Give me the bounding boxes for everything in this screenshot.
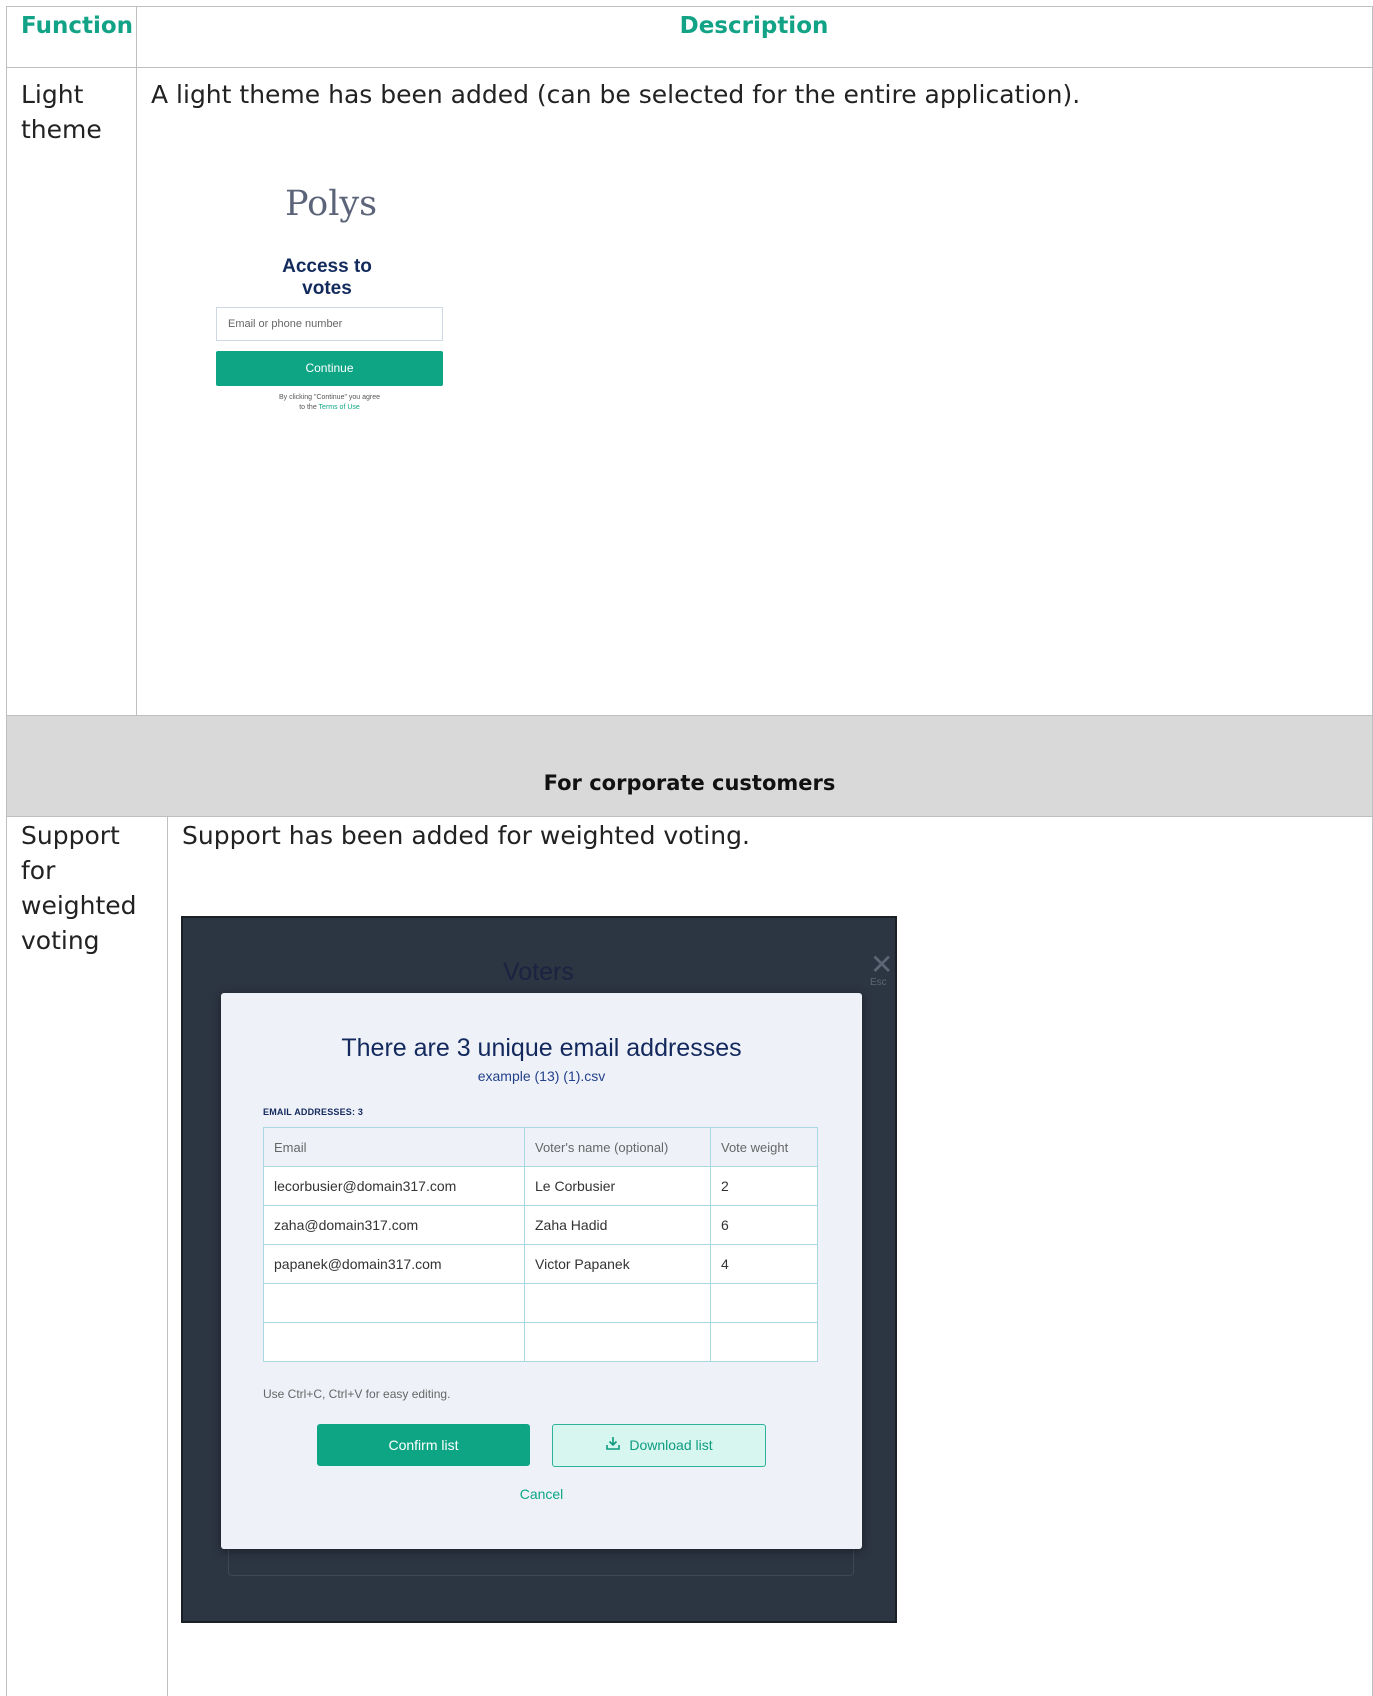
- table-row: [263, 1283, 818, 1323]
- cell-name[interactable]: Le Corbusier: [524, 1166, 711, 1206]
- terms-prefix: to the: [299, 404, 319, 411]
- cell-weight[interactable]: 4: [710, 1244, 818, 1284]
- col-email: Email: [263, 1127, 525, 1167]
- document: Function Description Light theme A light…: [6, 6, 1373, 1696]
- header-description: Description: [679, 13, 829, 39]
- confirm-list-button[interactable]: Confirm list: [317, 1424, 530, 1466]
- header-function: Function: [21, 13, 134, 39]
- voters-table: Email Voter's name (optional) Vote weigh…: [263, 1127, 818, 1362]
- table-row: zaha@domain317.com Zaha Hadid 6: [263, 1205, 818, 1245]
- table-row: lecorbusier@domain317.com Le Corbusier 2: [263, 1166, 818, 1206]
- cell-name[interactable]: [524, 1322, 711, 1362]
- cell-email[interactable]: [263, 1322, 525, 1362]
- access-heading: Access to votes: [282, 256, 372, 299]
- terms-line2: to the Terms of Use: [216, 403, 443, 413]
- file-name: example (13) (1).csv: [477, 1068, 606, 1084]
- weighted-function-cell: Support for weighted voting: [6, 816, 168, 1696]
- close-icon[interactable]: ✕: [870, 951, 893, 979]
- cell-name[interactable]: Zaha Hadid: [524, 1205, 711, 1245]
- weighted-description-cell: Support has been added for weighted voti…: [167, 816, 1373, 1696]
- col-voter-name: Voter's name (optional): [524, 1127, 711, 1167]
- weighted-description: Support has been added for weighted voti…: [182, 821, 750, 850]
- cell-weight[interactable]: 6: [710, 1205, 818, 1245]
- cell-email[interactable]: zaha@domain317.com: [263, 1205, 525, 1245]
- cell-email[interactable]: [263, 1283, 525, 1323]
- continue-button[interactable]: Continue: [216, 351, 443, 386]
- section-title: For corporate customers: [543, 771, 836, 795]
- table-row: papanek@domain317.com Victor Papanek 4: [263, 1244, 818, 1284]
- cell-email[interactable]: lecorbusier@domain317.com: [263, 1166, 525, 1206]
- download-list-label: Download list: [629, 1437, 713, 1453]
- polys-logo: Polys: [285, 184, 378, 224]
- light-description-cell: A light theme has been added (can be sel…: [136, 67, 1373, 716]
- esc-label: Esc: [870, 977, 887, 988]
- col-vote-weight: Vote weight: [710, 1127, 818, 1167]
- email-count-label: EMAIL ADDRESSES: 3: [263, 1107, 364, 1117]
- cancel-link[interactable]: Cancel: [221, 1486, 862, 1502]
- download-list-button[interactable]: Download list: [552, 1424, 766, 1467]
- light-function: Light theme: [21, 80, 102, 144]
- header-function-cell: Function: [6, 6, 137, 68]
- download-icon: [605, 1426, 621, 1466]
- voters-background-title: Voters: [503, 958, 574, 986]
- cell-email[interactable]: papanek@domain317.com: [263, 1244, 525, 1284]
- modal-title: There are 3 unique email addresses: [341, 1034, 742, 1062]
- weighted-function: Support for weighted voting: [21, 821, 137, 955]
- light-description: A light theme has been added (can be sel…: [151, 80, 1081, 109]
- cell-weight[interactable]: 2: [710, 1166, 818, 1206]
- email-phone-input[interactable]: Email or phone number: [216, 307, 443, 341]
- upload-modal: There are 3 unique email addresses examp…: [221, 993, 862, 1549]
- terms-text: By clicking "Continue" you agree to the …: [216, 393, 443, 413]
- light-function-cell: Light theme: [6, 67, 137, 716]
- cell-name[interactable]: Victor Papanek: [524, 1244, 711, 1284]
- cell-name[interactable]: [524, 1283, 711, 1323]
- voters-table-header: Email Voter's name (optional) Vote weigh…: [263, 1127, 818, 1167]
- voters-screenshot: Voters ✕ Esc There are 3 unique email ad…: [181, 916, 897, 1623]
- cell-weight[interactable]: [710, 1283, 818, 1323]
- terms-of-use-link[interactable]: Terms of Use: [319, 404, 360, 411]
- section-band: For corporate customers: [6, 715, 1373, 817]
- cell-weight[interactable]: [710, 1322, 818, 1362]
- terms-line1: By clicking "Continue" you agree: [278, 394, 381, 401]
- editing-hint: Use Ctrl+C, Ctrl+V for easy editing.: [263, 1387, 451, 1401]
- table-row: [263, 1322, 818, 1362]
- header-description-cell: Description: [136, 6, 1373, 68]
